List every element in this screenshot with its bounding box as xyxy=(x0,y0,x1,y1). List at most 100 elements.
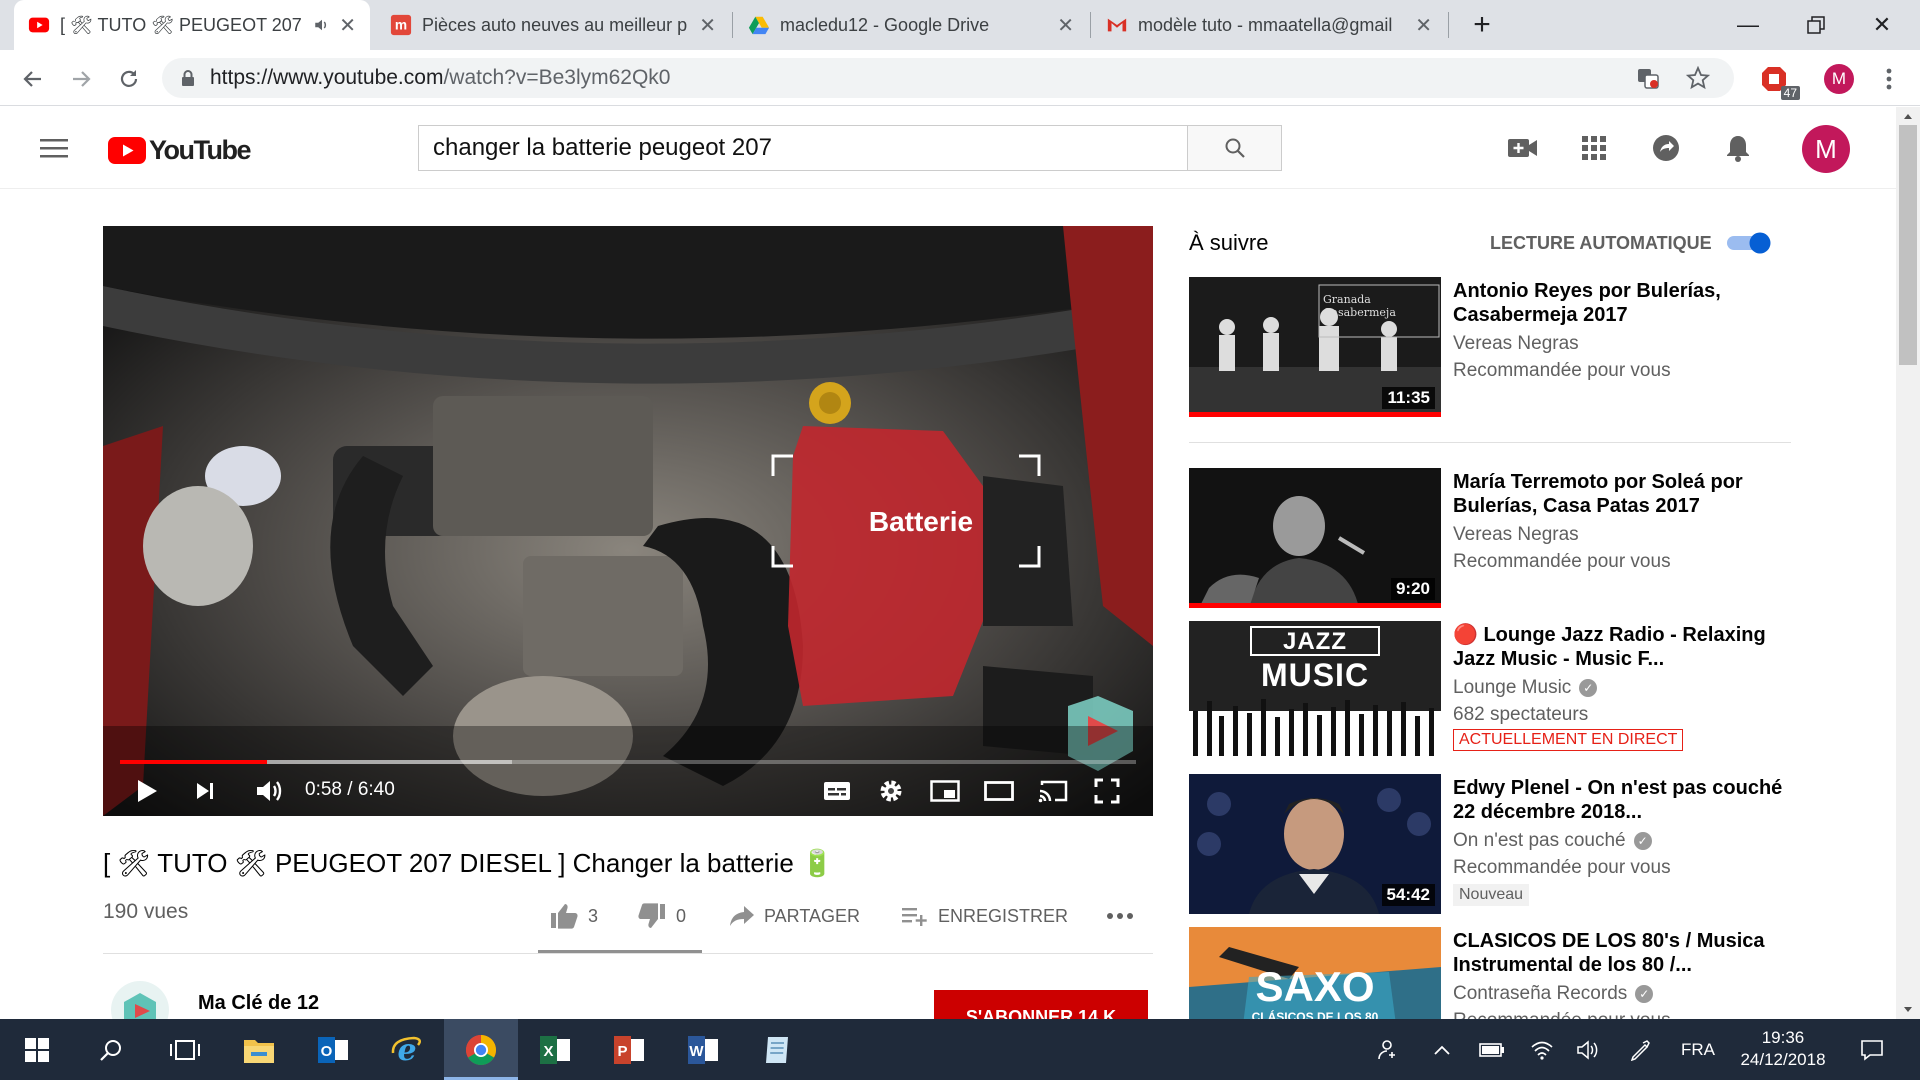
tab-gmail[interactable]: modèle tuto - mmaatella@gmail ✕ xyxy=(1092,0,1446,50)
share-button[interactable]: PARTAGER xyxy=(730,900,860,932)
tab-close-icon[interactable]: ✕ xyxy=(699,13,716,38)
volume-tray-button[interactable] xyxy=(1570,1019,1606,1080)
minimize-button[interactable]: — xyxy=(1728,8,1768,42)
recommendation-title[interactable]: 🔴 Lounge Jazz Radio - Relaxing Jazz Musi… xyxy=(1453,623,1783,671)
speaker-icon[interactable] xyxy=(313,16,331,34)
taskbar-outlook[interactable]: O xyxy=(296,1019,370,1080)
cast-button[interactable] xyxy=(1033,774,1073,808)
hamburger-menu-button[interactable] xyxy=(36,130,72,166)
tab-youtube[interactable]: [ 🛠 TUTO 🛠 PEUGEOT 207 ✕ xyxy=(14,0,370,50)
taskbar-powerpoint[interactable]: P xyxy=(592,1019,666,1080)
subtitles-button[interactable] xyxy=(817,774,857,808)
tab-close-icon[interactable]: ✕ xyxy=(1057,13,1074,38)
recommendation-item[interactable]: 9:20 María Terremoto por Soleá por Buler… xyxy=(1189,468,1789,608)
fullscreen-button[interactable] xyxy=(1087,774,1127,808)
volume-button[interactable] xyxy=(249,774,289,808)
apps-button[interactable] xyxy=(1576,130,1612,166)
save-button[interactable]: ENREGISTRER xyxy=(902,900,1068,932)
input-language[interactable]: FRA xyxy=(1672,1019,1724,1080)
thumbnail-text-clasicos: CLÁSICOS DE LOS 80 xyxy=(1251,1010,1379,1019)
theater-mode-button[interactable] xyxy=(979,774,1019,808)
subscribe-button[interactable]: S'ABONNER 14 K xyxy=(934,990,1148,1020)
wifi-tray-button[interactable] xyxy=(1524,1019,1560,1080)
start-button[interactable] xyxy=(0,1019,74,1080)
show-hidden-icons-button[interactable] xyxy=(1424,1019,1460,1080)
search-box xyxy=(418,125,1282,171)
youtube-logo[interactable]: YouTube xyxy=(108,135,251,166)
tab-close-icon[interactable]: ✕ xyxy=(339,13,356,38)
recommendation-title[interactable]: CLASICOS DE LOS 80's / Musica Instrument… xyxy=(1453,929,1783,977)
next-button[interactable] xyxy=(185,774,225,808)
pen-workspace-button[interactable] xyxy=(1622,1019,1658,1080)
new-tab-button[interactable]: + xyxy=(1462,8,1502,42)
recommendation-channel: Vereas Negras xyxy=(1453,333,1579,355)
battery-tray-button[interactable] xyxy=(1474,1019,1510,1080)
reload-button[interactable] xyxy=(112,62,146,96)
recommendation-title[interactable]: María Terremoto por Soleá por Bulerías, … xyxy=(1453,470,1783,518)
address-bar[interactable]: https://www.youtube.com/watch?v=Be3lym62… xyxy=(162,58,1734,98)
tab-separator xyxy=(1090,12,1091,38)
forward-button[interactable] xyxy=(64,62,98,96)
recommendation-item[interactable]: SAXO CLÁSICOS DE LOS 80 CLASICOS DE LOS … xyxy=(1189,927,1789,1019)
back-button[interactable] xyxy=(16,62,50,96)
tab-mister-auto[interactable]: m Pièces auto neuves au meilleur p ✕ xyxy=(376,0,730,50)
channel-name[interactable]: Ma Clé de 12 xyxy=(198,992,319,1015)
youtube-avatar-button[interactable]: M xyxy=(1802,125,1850,173)
search-button[interactable] xyxy=(1187,126,1281,170)
messages-button[interactable] xyxy=(1648,130,1684,166)
taskbar-internet-explorer[interactable]: e xyxy=(370,1019,444,1080)
taskbar-clock[interactable]: 19:36 24/12/2018 xyxy=(1728,1027,1838,1071)
like-button[interactable]: 3 xyxy=(550,900,598,932)
autoplay-toggle[interactable] xyxy=(1725,232,1775,254)
share-label: PARTAGER xyxy=(764,905,861,926)
chrome-menu-button[interactable] xyxy=(1872,62,1906,96)
create-video-button[interactable] xyxy=(1505,130,1541,166)
video-thumbnail[interactable]: JAZZ MUSIC xyxy=(1189,621,1441,761)
tab-google-drive[interactable]: macledu12 - Google Drive ✕ xyxy=(734,0,1088,50)
settings-button[interactable] xyxy=(871,774,911,808)
taskbar-notepad[interactable] xyxy=(740,1019,814,1080)
people-button[interactable] xyxy=(1366,1019,1406,1080)
scrollbar-thumb[interactable] xyxy=(1899,125,1917,365)
video-progress-bar[interactable] xyxy=(120,760,1136,764)
video-thumbnail[interactable]: Granada Casabermeja 11:35 xyxy=(1189,277,1441,417)
taskbar-word[interactable]: W xyxy=(666,1019,740,1080)
channel-avatar[interactable] xyxy=(110,980,170,1019)
extension-badge: 47 xyxy=(1780,86,1800,100)
scroll-down-arrow-icon[interactable] xyxy=(1896,1003,1920,1017)
search-input[interactable] xyxy=(419,126,1187,170)
task-view-button[interactable] xyxy=(148,1019,222,1080)
page-scrollbar[interactable] xyxy=(1896,107,1920,1019)
video-thumbnail[interactable]: SAXO CLÁSICOS DE LOS 80 xyxy=(1189,927,1441,1019)
restore-button[interactable] xyxy=(1796,8,1836,42)
bookmark-star-icon[interactable] xyxy=(1686,66,1710,90)
taskbar-file-explorer[interactable] xyxy=(222,1019,296,1080)
dislike-button[interactable]: 0 xyxy=(638,900,686,932)
notifications-button[interactable] xyxy=(1720,130,1756,166)
action-center-button[interactable] xyxy=(1852,1019,1892,1080)
video-player[interactable]: Batterie 0:58 / 6:40 xyxy=(103,226,1153,816)
more-actions-button[interactable] xyxy=(1106,900,1134,932)
thumbnail-text-jazz: JAZZ xyxy=(1283,628,1347,655)
recommendation-item[interactable]: JAZZ MUSIC 🔴 Lounge Jazz Radio - Relaxin… xyxy=(1189,621,1789,761)
back-arrow-icon xyxy=(23,71,41,87)
search-taskbar-button[interactable] xyxy=(74,1019,148,1080)
close-window-button[interactable]: ✕ xyxy=(1862,8,1902,42)
video-thumbnail[interactable]: 9:20 xyxy=(1189,468,1441,608)
extension-button[interactable]: 47 xyxy=(1752,62,1800,100)
divider xyxy=(1189,442,1791,443)
profile-button[interactable]: M xyxy=(1822,62,1856,96)
recommendation-title[interactable]: Antonio Reyes por Bulerías, Casabermeja … xyxy=(1453,279,1783,327)
recommendation-item[interactable]: 54:42 Edwy Plenel - On n'est pas couché … xyxy=(1189,774,1789,914)
taskbar-chrome[interactable] xyxy=(444,1019,518,1080)
play-button[interactable] xyxy=(127,774,167,808)
miniplayer-button[interactable] xyxy=(925,774,965,808)
translate-icon[interactable] xyxy=(1636,66,1660,90)
recommendation-meta: Recommandée pour vous xyxy=(1453,551,1671,572)
tab-close-icon[interactable]: ✕ xyxy=(1415,13,1432,38)
recommendation-item[interactable]: Granada Casabermeja 11:35 Antonio Reyes … xyxy=(1189,277,1789,417)
taskbar-excel[interactable]: X xyxy=(518,1019,592,1080)
scroll-up-arrow-icon[interactable] xyxy=(1896,109,1920,123)
recommendation-title[interactable]: Edwy Plenel - On n'est pas couché 22 déc… xyxy=(1453,776,1783,824)
video-thumbnail[interactable]: 54:42 xyxy=(1189,774,1441,914)
